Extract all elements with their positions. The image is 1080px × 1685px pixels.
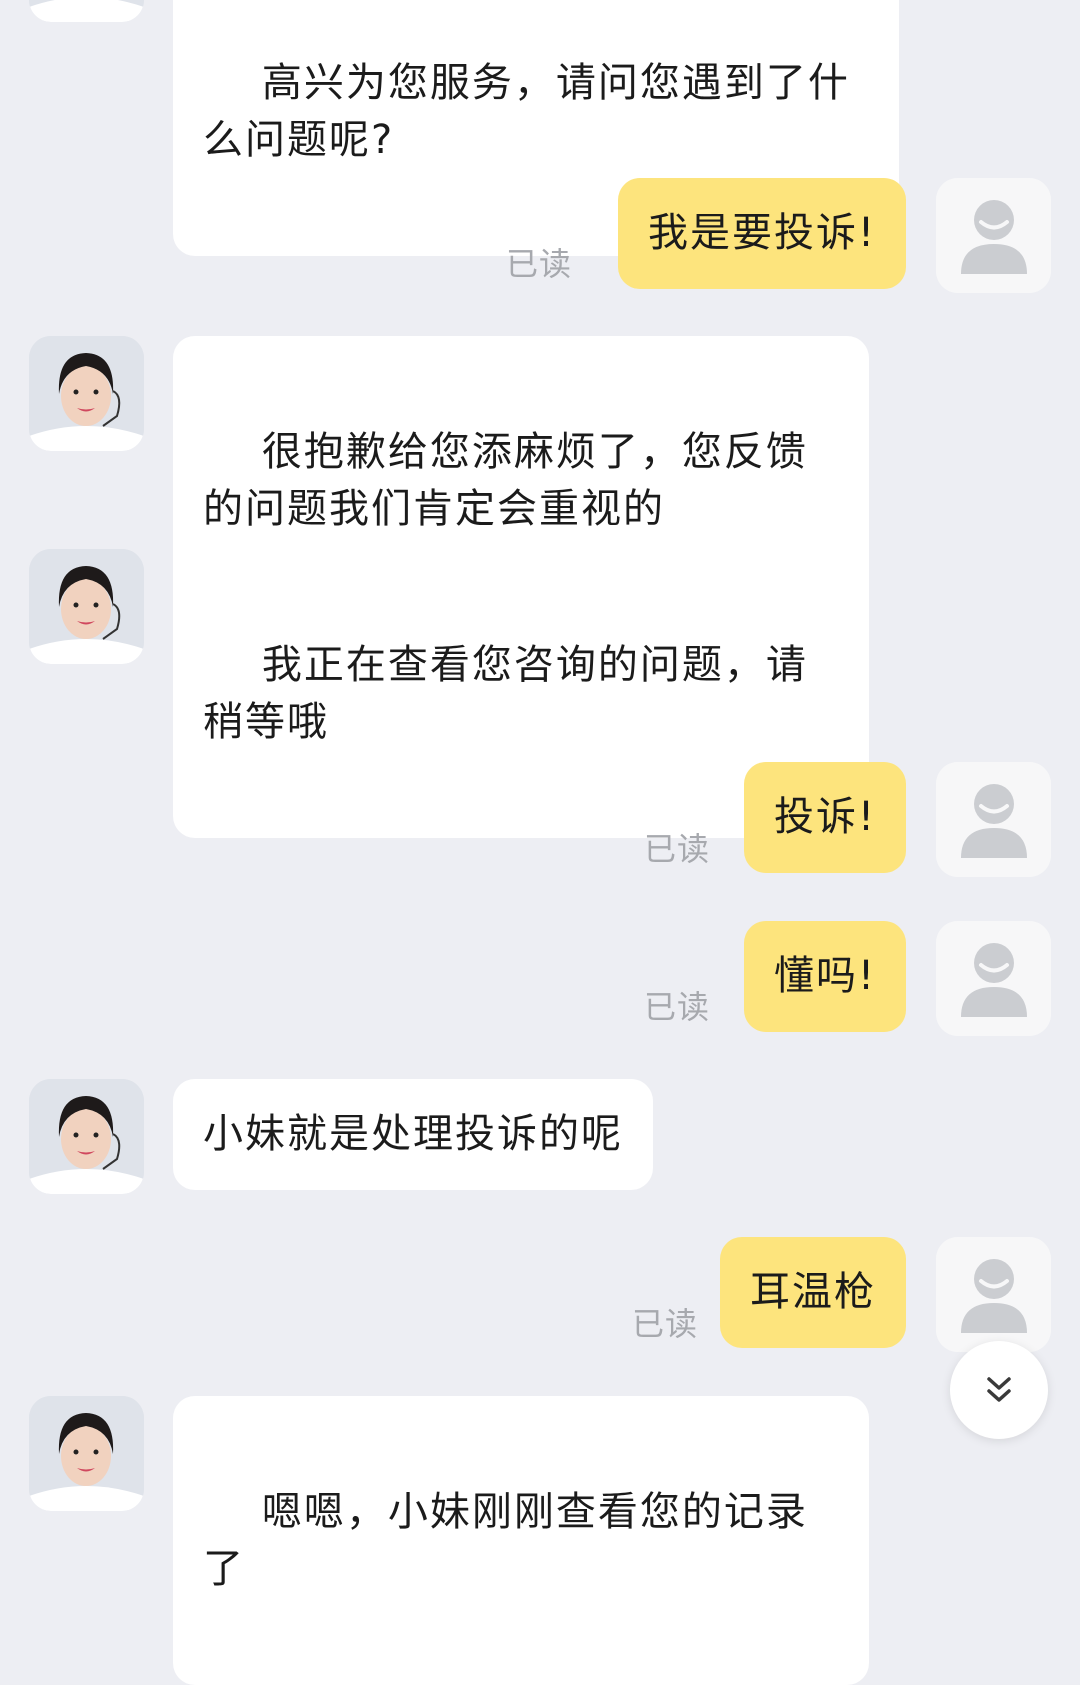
agent-avatar[interactable] <box>29 549 144 664</box>
chat-message-list[interactable]: 高兴为您服务，请问您遇到了什么问题呢? 已读 我是要投诉! 很抱歉给您添麻烦了，… <box>0 0 1080 1685</box>
read-status: 已读 <box>644 830 711 868</box>
agent-avatar-icon <box>29 1396 144 1511</box>
agent-avatar[interactable] <box>29 336 144 451</box>
message-text: 高兴为您服务，请问您遇到了什么问题呢? <box>203 60 850 163</box>
message-text: 小妹就是处理投诉的呢 <box>203 1111 623 1157</box>
user-avatar[interactable] <box>936 178 1051 293</box>
agent-message-bubble[interactable]: 嗯嗯，小妹刚刚查看您的记录了 <box>173 1396 869 1685</box>
double-chevron-down-icon <box>987 1377 1011 1402</box>
agent-avatar[interactable] <box>29 1396 144 1511</box>
agent-avatar-icon <box>29 0 144 22</box>
message-text: 嗯嗯，小妹刚刚查看您的记录了 <box>203 1489 808 1592</box>
user-message-bubble[interactable]: 投诉! <box>743 762 906 873</box>
agent-avatar-icon <box>29 1079 144 1194</box>
agent-avatar-icon <box>29 336 144 451</box>
user-avatar[interactable] <box>936 1237 1051 1352</box>
agent-avatar-icon <box>29 549 144 664</box>
scroll-to-bottom-button[interactable] <box>950 1341 1048 1439</box>
read-status: 已读 <box>506 245 573 283</box>
user-avatar[interactable] <box>936 921 1051 1036</box>
message-text: 很抱歉给您添麻烦了，您反馈的问题我们肯定会重视的 <box>203 429 808 532</box>
message-text: 投诉! <box>773 794 876 840</box>
read-status: 已读 <box>644 988 711 1026</box>
agent-avatar[interactable] <box>29 1079 144 1194</box>
user-message-bubble[interactable]: 懂吗! <box>743 921 906 1032</box>
user-message-bubble[interactable]: 我是要投诉! <box>617 178 906 289</box>
user-avatar-icon <box>936 178 1051 293</box>
message-text: 耳温枪 <box>750 1269 876 1315</box>
message-text: 我是要投诉! <box>647 210 876 256</box>
user-avatar-icon <box>936 1237 1051 1352</box>
user-avatar-icon <box>936 762 1051 877</box>
message-text: 我正在查看您咨询的问题，请稍等哦 <box>203 642 808 745</box>
message-text: 懂吗! <box>773 953 876 999</box>
user-avatar-icon <box>936 921 1051 1036</box>
read-status: 已读 <box>632 1305 699 1343</box>
user-message-bubble[interactable]: 耳温枪 <box>720 1237 906 1348</box>
agent-avatar[interactable] <box>29 0 144 22</box>
user-avatar[interactable] <box>936 762 1051 877</box>
agent-message-bubble[interactable]: 小妹就是处理投诉的呢 <box>173 1079 653 1190</box>
